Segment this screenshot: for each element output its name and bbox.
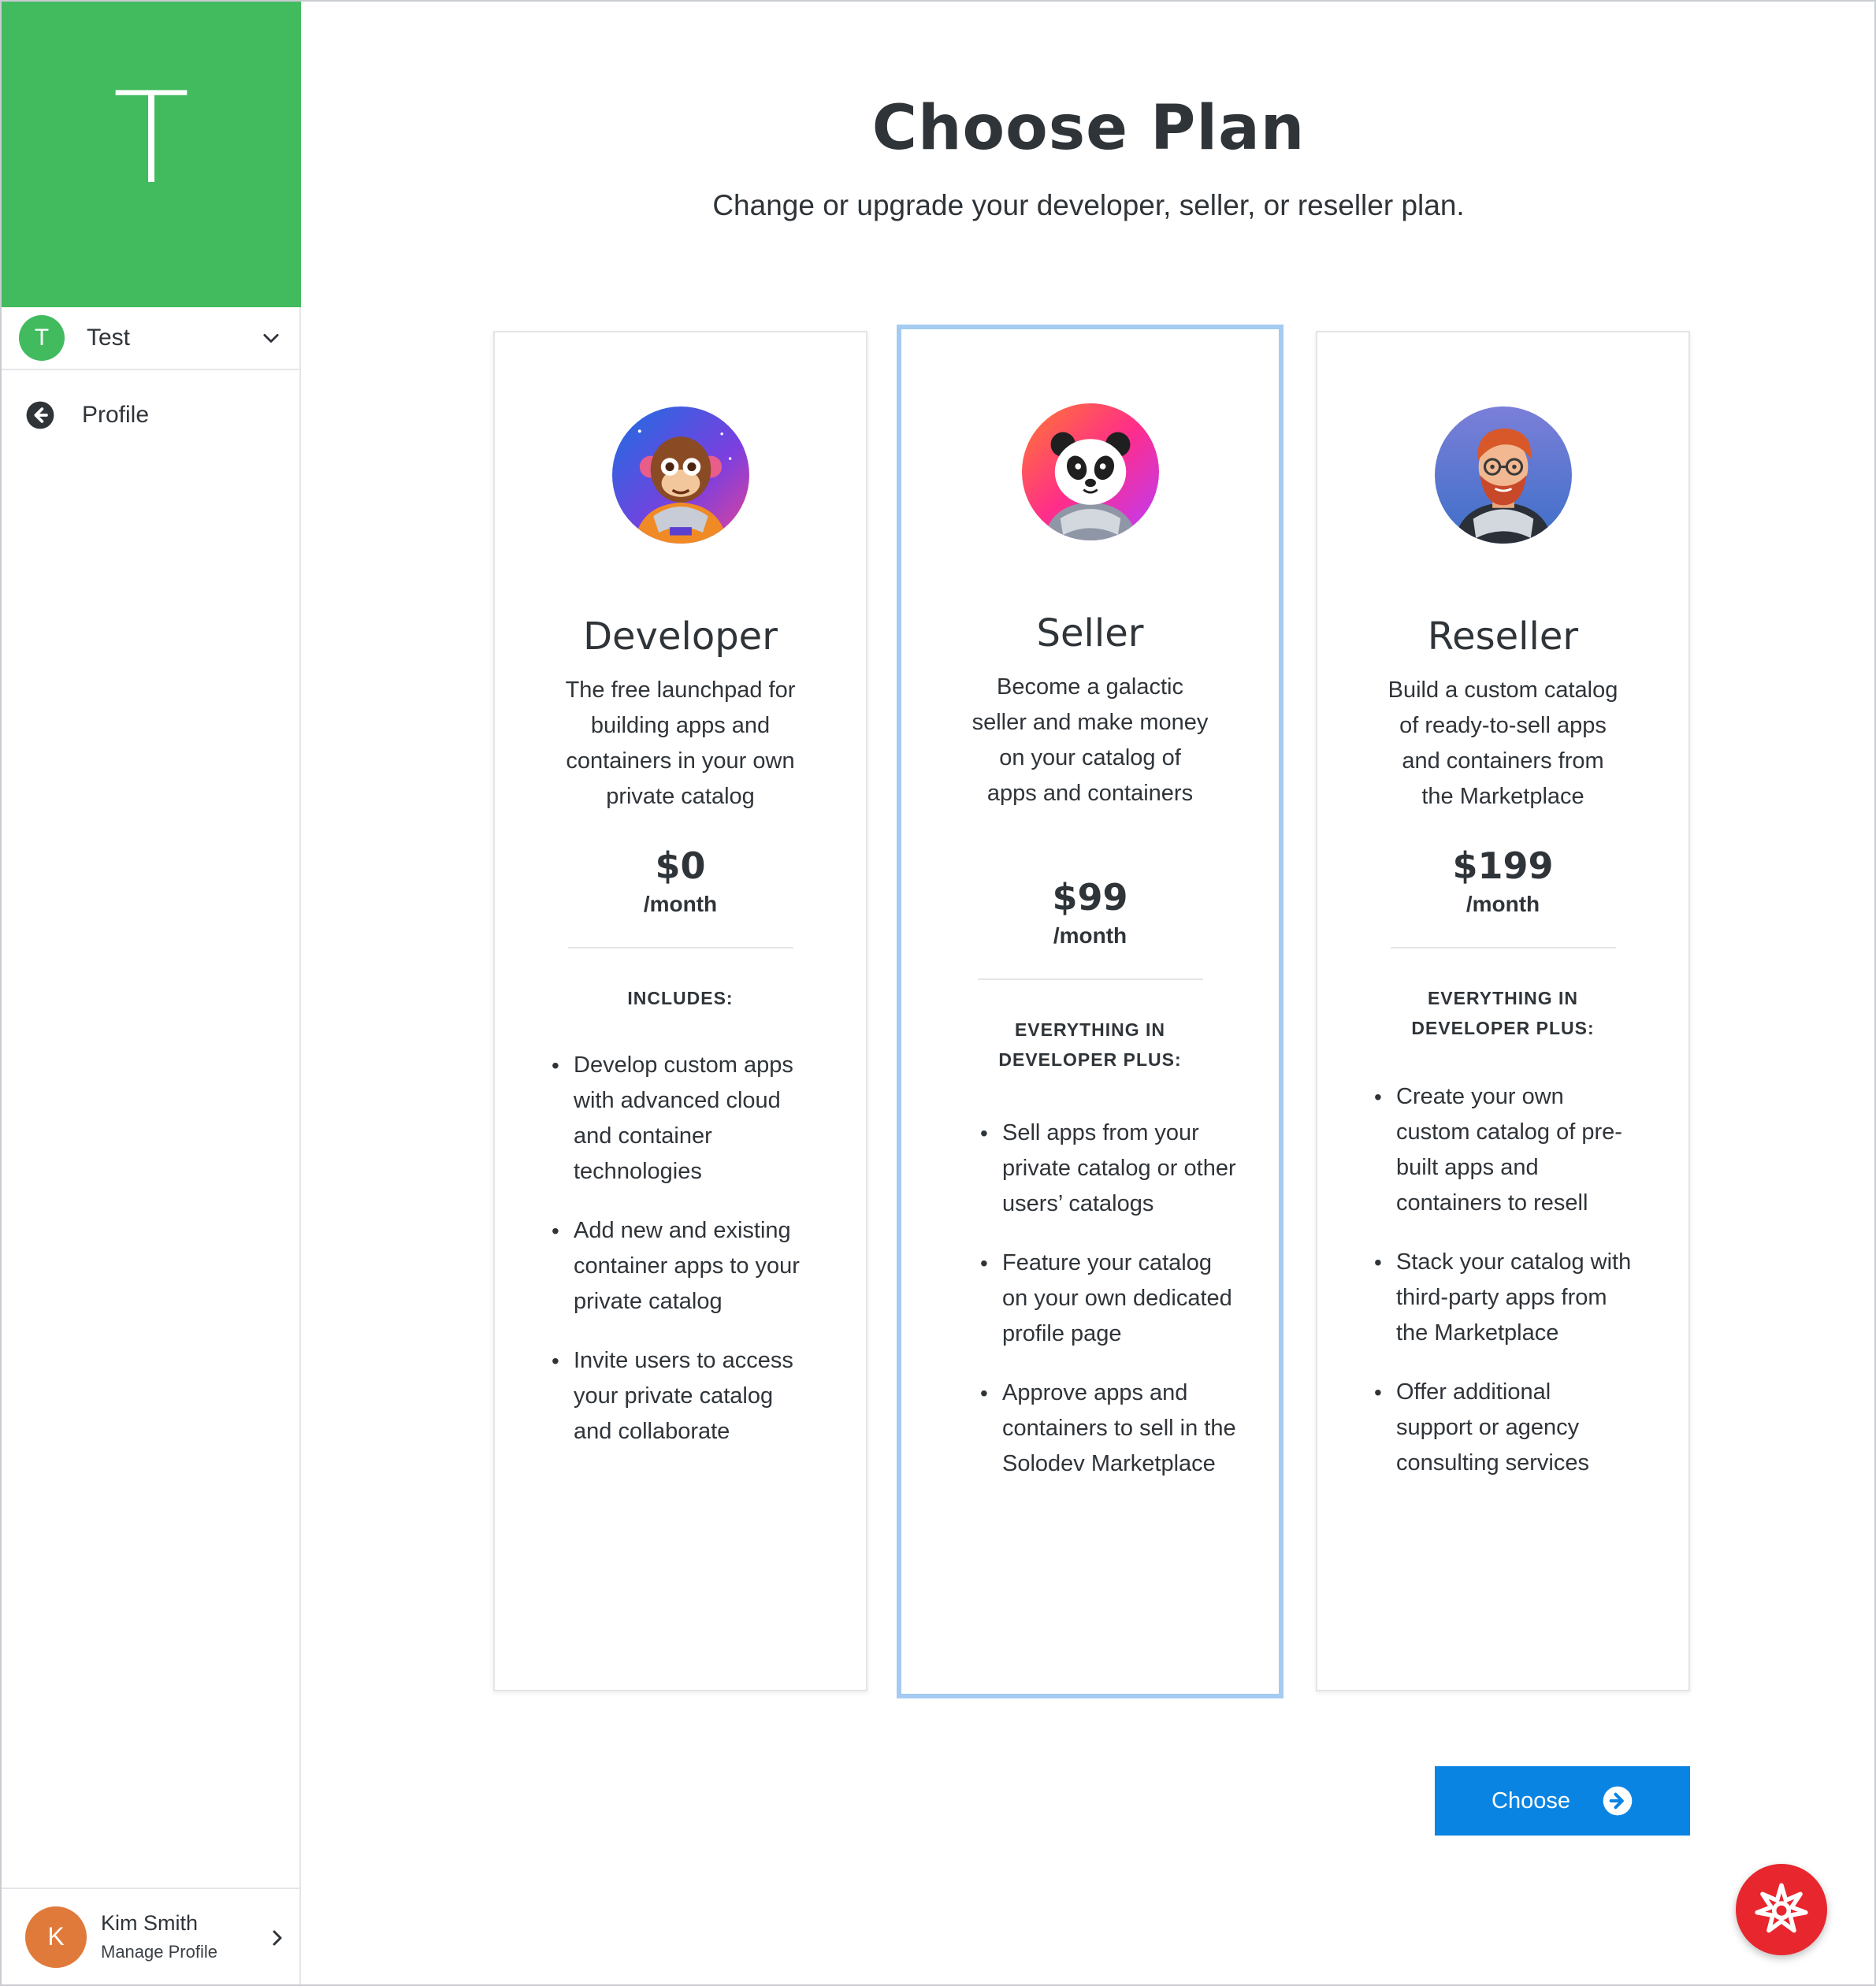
plan-divider — [567, 947, 793, 948]
avatar: K — [25, 1906, 87, 1968]
plan-feature: Add new and existing container apps to y… — [552, 1213, 810, 1320]
plan-feature-list: Sell apps from your private catalog or o… — [980, 1116, 1239, 1505]
plan-feature: Invite users to access your private cata… — [552, 1343, 810, 1450]
plan-price: $0 — [655, 845, 706, 887]
plan-feature-list: Create your own custom catalog of pre-bu… — [1374, 1079, 1633, 1505]
plan-feature: Create your own custom catalog of pre-bu… — [1374, 1079, 1633, 1221]
sidebar-item-label: Profile — [82, 402, 150, 428]
workspace-switcher[interactable]: T Test — [2, 307, 301, 370]
workspace-hero: T — [2, 2, 301, 307]
page-subtitle: Change or upgrade your developer, seller… — [712, 189, 1465, 221]
arrow-left-circle-icon — [26, 401, 54, 429]
plan-divider — [1390, 947, 1616, 948]
page-title: Choose Plan — [871, 93, 1306, 164]
chevron-down-icon — [263, 333, 279, 343]
plan-card-seller[interactable]: Seller Become a galactic seller and make… — [897, 325, 1283, 1698]
plan-feature: Offer additional support or agency consu… — [1374, 1375, 1633, 1481]
plan-period: /month — [643, 892, 718, 916]
astronaut-panda-avatar — [1021, 403, 1159, 540]
plan-card-reseller[interactable]: Reseller Build a custom catalog of ready… — [1316, 331, 1690, 1691]
plan-period: /month — [1466, 892, 1540, 916]
plan-feature: Stack your catalog with third-party apps… — [1374, 1245, 1633, 1351]
plan-feature: Develop custom apps with advanced cloud … — [552, 1048, 810, 1190]
plan-divider — [977, 978, 1203, 980]
astronaut-monkey-avatar — [611, 406, 749, 544]
workspace-hero-letter: T — [113, 65, 190, 212]
plan-price: $199 — [1452, 845, 1554, 887]
plan-description: Build a custom catalog of ready-to-sell … — [1387, 677, 1618, 809]
choose-button-label: Choose — [1492, 1787, 1570, 1813]
help-chat-button[interactable] — [1736, 1864, 1827, 1955]
plan-description: The free launchpad for building apps and… — [565, 677, 796, 809]
plan-includes-label: EVERYTHING IN DEVELOPER PLUS: — [1411, 988, 1595, 1038]
starburst-logo-icon — [1755, 1883, 1808, 1933]
plan-includes-label: EVERYTHING IN DEVELOPER PLUS: — [998, 1019, 1182, 1070]
choose-button[interactable]: Choose — [1435, 1766, 1690, 1836]
plan-feature: Approve apps and containers to sell in t… — [980, 1375, 1239, 1482]
sidebar-item-profile[interactable]: Profile — [2, 388, 301, 443]
chevron-right-icon — [273, 1930, 282, 1946]
plan-description: Become a galactic seller and make money … — [971, 674, 1209, 806]
workspace-avatar: T — [19, 315, 65, 361]
plan-price: $99 — [1052, 876, 1128, 919]
plan-feature: Sell apps from your private catalog or o… — [980, 1116, 1239, 1222]
arrow-right-circle-icon — [1603, 1786, 1633, 1816]
manage-profile-link: Manage Profile — [101, 1942, 217, 1962]
plan-name: Developer — [583, 614, 778, 659]
plan-feature-list: Develop custom apps with advanced cloud … — [552, 1048, 810, 1473]
plan-card-developer[interactable]: Developer The free launchpad for buildin… — [493, 331, 867, 1691]
plan-name: Seller — [1036, 611, 1144, 655]
plan-includes-label: INCLUDES: — [627, 988, 734, 1008]
plan-feature: Feature your catalog on your own dedicat… — [980, 1245, 1239, 1352]
sidebar: T T Test Profile K Kim Smith Manage Prof… — [2, 2, 301, 1984]
workspace-name: Test — [87, 325, 131, 351]
user-profile-menu[interactable]: K Kim Smith Manage Profile — [2, 1888, 301, 1984]
plan-name: Reseller — [1427, 614, 1579, 659]
astronaut-bearded-man-avatar — [1434, 406, 1572, 544]
plan-period: /month — [1053, 923, 1127, 948]
user-name: Kim Smith — [101, 1911, 199, 1935]
